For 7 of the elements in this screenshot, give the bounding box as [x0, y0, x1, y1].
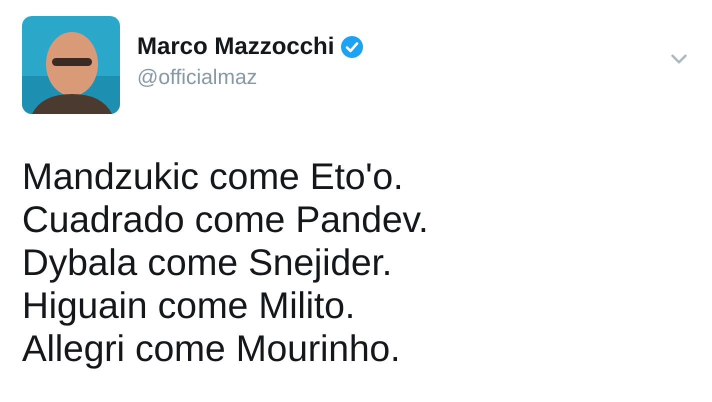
tweet-line: Allegri come Mourinho. [22, 327, 402, 370]
tweet-line: Mandzukic come Eto'o. [22, 155, 404, 198]
tweet-line: Cuadrado come Pandev. [22, 198, 430, 241]
tweet-line: Dybala come Snejider. [22, 241, 394, 284]
tweet-line: Higuain come Milito. [22, 284, 356, 327]
author-handle: @officialmaz [137, 65, 258, 91]
author-name: Marco Mazzocchi [137, 32, 334, 62]
